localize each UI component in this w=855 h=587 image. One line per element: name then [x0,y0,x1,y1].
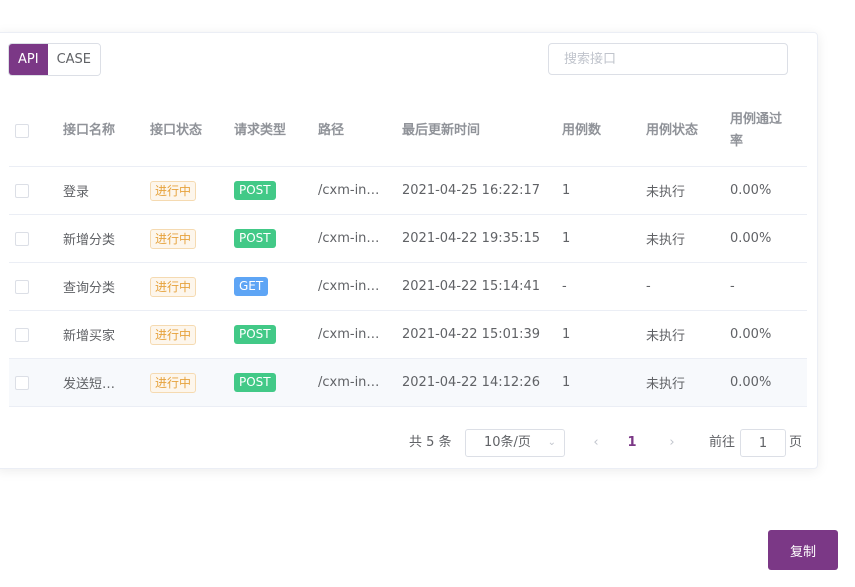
header-name: 接口名称 [63,123,116,138]
table-row[interactable]: 查询分类 进行中 GET/cxm-in… 2021-04-22 15:14:41 - - - [9,263,807,311]
page-size-value: 10条/页 [484,435,531,450]
api-path: /cxm-in… [318,231,380,246]
api-name[interactable]: 新增分类 [63,229,115,248]
method-badge: POST [234,229,276,248]
api-name[interactable]: 查询分类 [63,277,115,296]
row-checkbox[interactable] [15,279,29,294]
table-header-row: 接口名称 接口状态 请求类型 路径 最后更新时间 用例数 用例状态 用例通过率 [9,96,807,167]
table-body: 登录 进行中 POST/cxm-in… 2021-04-25 16:22:17 1 未执行… [9,167,807,407]
goto-page-input[interactable] [740,429,786,457]
updated-time: 2021-04-25 16:22:17 [402,183,541,198]
search-input[interactable] [548,43,788,75]
updated-time: 2021-04-22 19:35:15 [402,231,541,246]
status-badge: 进行中 [150,228,197,249]
row-checkbox[interactable] [15,375,29,390]
goto-suffix: 页 [789,435,803,450]
method-badge: GET [234,277,269,296]
updated-time: 2021-04-22 14:12:26 [402,375,541,390]
api-table: 接口名称 接口状态 请求类型 路径 最后更新时间 用例数 用例状态 用例通过率 … [9,96,807,407]
header-method: 请求类型 [234,123,287,138]
pass-rate: 0.00% [730,231,772,246]
case-count: 1 [562,231,571,246]
case-status: 未执行 [646,329,686,344]
method-badge: POST [234,325,276,344]
page-size-select[interactable]: 10条/页 ⌄ [465,429,565,457]
row-checkbox[interactable] [15,183,29,198]
pass-rate: 0.00% [730,327,772,342]
case-status: 未执行 [646,185,686,200]
api-path: /cxm-in… [318,183,380,198]
table-row[interactable]: 登录 进行中 POST/cxm-in… 2021-04-25 16:22:17 1 未执行… [9,167,807,215]
table-row[interactable]: 发送短… 进行中 POST/cxm-in… 2021-04-22 14:12:26 1 未… [9,359,807,407]
next-page-button[interactable]: › [665,429,679,457]
status-badge: 进行中 [150,372,197,393]
api-list-card: API CASE 接口名称 接口状态 请求类型 路径 最后更新时间 用例数 用例… [0,32,818,469]
chevron-left-icon: ‹ [593,435,599,450]
case-count: 1 [562,183,571,198]
api-case-tabs: API CASE [8,43,102,76]
header-path: 路径 [318,123,345,138]
updated-time: 2021-04-22 15:14:41 [402,279,541,294]
header-pass-rate: 用例通过率 [730,112,783,149]
copy-button[interactable]: 复制 [768,530,838,570]
case-count: 1 [562,327,571,342]
pass-rate: 0.00% [730,375,772,390]
case-count: - [562,279,567,294]
status-badge: 进行中 [150,324,197,345]
tab-api[interactable]: API [9,44,48,75]
prev-page-button[interactable]: ‹ [589,429,603,457]
header-status: 接口状态 [150,123,203,138]
chevron-down-icon: ⌄ [547,437,556,448]
pass-rate: 0.00% [730,183,772,198]
header-updated: 最后更新时间 [402,123,481,138]
header-cases: 用例数 [562,123,602,138]
table-row[interactable]: 新增分类 进行中 POST/cxm-in… 2021-04-22 19:35:15 1 未… [9,215,807,263]
case-status: 未执行 [646,233,686,248]
case-count: 1 [562,375,571,390]
api-path: /cxm-in… [318,327,380,342]
select-all-checkbox[interactable] [15,124,29,138]
goto-label: 前往 [709,435,736,450]
table-row[interactable]: 新增买家 进行中 POST/cxm-in… 2021-04-22 15:01:39 1 未… [9,311,807,359]
api-name[interactable]: 发送短… [63,373,115,392]
method-badge: POST [234,373,276,392]
pagination-total: 共 5 条 [409,435,452,450]
case-status: - [646,279,651,294]
header-case-status: 用例状态 [646,123,699,138]
row-checkbox[interactable] [15,231,29,246]
page-number-1[interactable]: 1 [625,429,639,457]
updated-time: 2021-04-22 15:01:39 [402,327,541,342]
method-badge: POST [234,181,276,200]
row-checkbox[interactable] [15,327,29,342]
api-path: /cxm-in… [318,279,380,294]
case-status: 未执行 [646,377,686,392]
chevron-right-icon: › [669,435,675,450]
api-name[interactable]: 新增买家 [63,325,115,344]
status-badge: 进行中 [150,276,197,297]
api-path: /cxm-in… [318,375,380,390]
tab-case[interactable]: CASE [47,44,101,75]
pass-rate: - [730,279,735,294]
status-badge: 进行中 [150,180,197,201]
api-name[interactable]: 登录 [63,181,89,200]
